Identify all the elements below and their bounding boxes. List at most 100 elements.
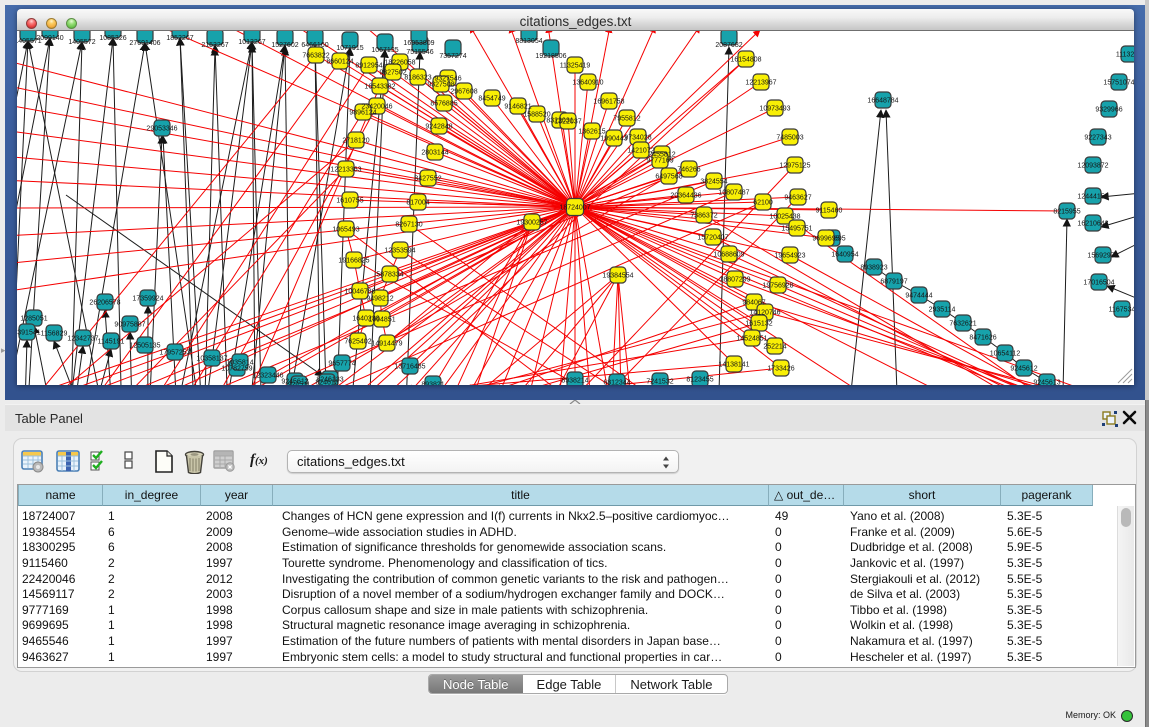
- svg-text:1285051: 1285051: [20, 315, 47, 322]
- svg-text:8660124: 8660124: [326, 58, 353, 65]
- svg-text:9777169: 9777169: [646, 157, 673, 164]
- svg-text:2718120: 2718120: [342, 137, 369, 144]
- svg-text:817004: 817004: [406, 199, 429, 206]
- svg-text:10025438: 10025438: [769, 213, 800, 220]
- svg-text:14524851: 14524851: [736, 335, 767, 342]
- svg-text:8267130: 8267130: [395, 221, 422, 228]
- svg-text:1065493: 1065493: [332, 226, 359, 233]
- svg-text:1145191: 1145191: [98, 338, 125, 345]
- svg-text:10973493: 10973493: [759, 105, 790, 112]
- svg-text:62100: 62100: [753, 199, 773, 206]
- svg-text:8938214: 8938214: [561, 377, 588, 384]
- svg-text:1405572: 1405572: [68, 39, 95, 46]
- svg-text:1085326: 1085326: [99, 35, 126, 42]
- svg-text:9242848: 9242848: [425, 123, 452, 130]
- svg-text:9463627: 9463627: [784, 194, 811, 201]
- svg-text:6879197: 6879197: [880, 278, 907, 285]
- svg-text:15751074: 15751074: [1103, 79, 1134, 86]
- svg-text:1156829: 1156829: [41, 330, 68, 337]
- svg-text:9699695: 9699695: [812, 235, 839, 242]
- svg-text:13640910: 13640910: [572, 79, 603, 86]
- svg-text:12323446: 12323446: [252, 372, 283, 379]
- svg-text:8454749: 8454749: [478, 95, 505, 102]
- svg-text:16053809: 16053809: [403, 40, 434, 47]
- svg-text:8123455: 8123455: [686, 376, 713, 383]
- svg-text:9245612: 9245612: [1010, 365, 1037, 372]
- svg-text:10782759: 10782759: [221, 365, 252, 372]
- svg-text:1071915: 1071915: [336, 45, 363, 52]
- svg-text:984067: 984067: [742, 299, 765, 306]
- svg-text:2803144: 2803144: [421, 149, 448, 156]
- svg-text:12505135: 12505135: [129, 342, 160, 349]
- svg-text:9657774: 9657774: [328, 360, 355, 367]
- svg-text:17957253: 17957253: [159, 349, 190, 356]
- svg-text:27691406: 27691406: [129, 40, 160, 47]
- svg-text:893821: 893821: [421, 381, 444, 385]
- svg-text:14914479: 14914479: [371, 340, 402, 347]
- svg-text:10654112: 10654112: [990, 350, 1021, 357]
- svg-text:9146821: 9146821: [504, 103, 531, 110]
- svg-text:7955812: 7955812: [613, 115, 640, 122]
- svg-text:10046786: 10046786: [344, 288, 375, 295]
- svg-text:19384554: 19384554: [602, 272, 633, 279]
- svg-text:7357274: 7357274: [439, 53, 466, 60]
- svg-text:8471626: 8471626: [969, 334, 996, 341]
- svg-text:1733426: 1733426: [767, 365, 794, 372]
- svg-text:2935114: 2935114: [929, 306, 956, 313]
- svg-text:16648784: 16648784: [867, 97, 898, 104]
- svg-text:1852267: 1852267: [166, 35, 193, 42]
- svg-text:9245613: 9245613: [1033, 379, 1060, 385]
- svg-text:9896124: 9896124: [349, 109, 376, 116]
- svg-text:29053346: 29053346: [146, 125, 177, 132]
- svg-text:3824554: 3824554: [700, 178, 727, 185]
- svg-text:12353594: 12353594: [384, 247, 415, 254]
- svg-text:19218506: 19218506: [535, 53, 566, 60]
- svg-text:1527602: 1527602: [271, 42, 298, 49]
- svg-text:14138141: 14138141: [718, 361, 749, 368]
- svg-text:8576885: 8576885: [430, 100, 457, 107]
- svg-text:14120746: 14120746: [749, 309, 780, 316]
- svg-text:90975887: 90975887: [114, 321, 145, 328]
- svg-text:7386372: 7386372: [690, 212, 717, 219]
- svg-text:924511: 924511: [288, 381, 311, 385]
- svg-text:8215955: 8215955: [1053, 208, 1080, 215]
- svg-text:9827502: 9827502: [379, 69, 406, 76]
- svg-text:8813054: 8813054: [515, 38, 542, 45]
- svg-text:18807299: 18807299: [719, 276, 750, 283]
- svg-text:19166825: 19166825: [338, 257, 369, 264]
- svg-text:12213967: 12213967: [745, 79, 776, 86]
- svg-text:16154808: 16154808: [730, 56, 761, 63]
- svg-text:8912954: 8912954: [355, 62, 382, 69]
- svg-text:12093872: 12093872: [1077, 162, 1108, 169]
- svg-text:12342737: 12342737: [67, 335, 98, 342]
- svg-text:252214: 252214: [763, 343, 786, 350]
- svg-text:824613: 824613: [315, 379, 338, 385]
- svg-text:9227343: 9227343: [1084, 134, 1111, 141]
- svg-text:16543382: 16543382: [364, 83, 395, 90]
- svg-text:9734028: 9734028: [624, 134, 651, 141]
- svg-text:18226058: 18226058: [384, 59, 415, 66]
- svg-text:13716485: 13716485: [394, 363, 425, 370]
- svg-text:10358137: 10358137: [196, 355, 227, 362]
- svg-text:746266: 746266: [677, 166, 700, 173]
- svg-text:9474444: 9474444: [905, 292, 932, 299]
- svg-text:2153267: 2153267: [201, 42, 228, 49]
- svg-text:10807487: 10807487: [718, 189, 749, 196]
- svg-text:9498212: 9498212: [366, 295, 393, 302]
- svg-text:17016504: 17016504: [1083, 279, 1114, 286]
- svg-text:16210643: 16210643: [1077, 220, 1108, 227]
- svg-text:1994851: 1994851: [368, 316, 395, 323]
- svg-text:1610755: 1610755: [336, 197, 363, 204]
- svg-text:8186323: 8186323: [404, 74, 431, 81]
- svg-text:2087682: 2087682: [715, 42, 742, 49]
- svg-text:7515546: 7515546: [406, 49, 433, 56]
- svg-text:9115460: 9115460: [816, 207, 843, 214]
- svg-text:11325419: 11325419: [560, 62, 591, 69]
- svg-text:8938923: 8938923: [860, 264, 887, 271]
- svg-text:1013267: 1013267: [238, 39, 265, 46]
- svg-text:19654923: 19654923: [774, 252, 805, 259]
- svg-text:12213363: 12213363: [330, 166, 361, 173]
- svg-text:6812344: 6812344: [603, 379, 630, 385]
- svg-text:19756928: 19756928: [762, 282, 793, 289]
- svg-text:20364436: 20364436: [670, 192, 701, 199]
